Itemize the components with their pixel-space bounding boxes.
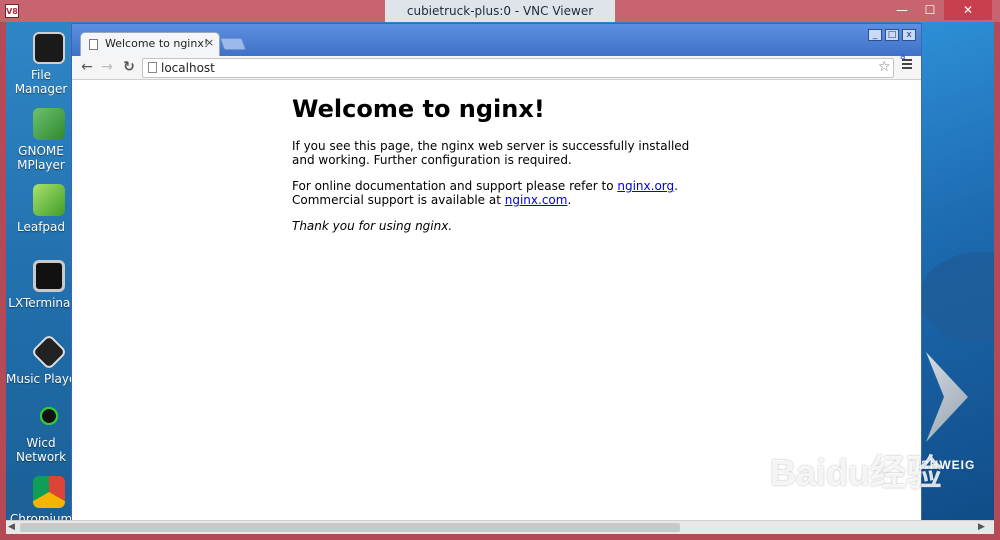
vnc-minimize-button[interactable]: — xyxy=(888,0,916,20)
browser-maximize-button[interactable]: □ xyxy=(885,29,899,41)
menu-icon[interactable] xyxy=(902,59,914,71)
vnc-window-title: cubietruck-plus:0 - VNC Viewer xyxy=(385,0,615,22)
page-heading: Welcome to nginx! xyxy=(292,95,545,123)
desktop-icon-label: LXTerminal xyxy=(8,296,74,310)
page-icon xyxy=(89,39,98,50)
desktop-icon-leafpad[interactable]: Leafpad xyxy=(6,178,76,250)
desktop-icon-label: Leafpad xyxy=(16,220,66,234)
wallpaper-logo-icon xyxy=(926,352,968,442)
back-button[interactable]: ← xyxy=(78,58,96,76)
desktop-icon-music-player[interactable]: Music Player xyxy=(6,330,76,402)
vnc-app-icon[interactable]: V8 xyxy=(5,4,19,18)
desktop-icon-file-manager[interactable]: File Manager xyxy=(6,26,76,98)
nginx-com-link[interactable]: nginx.com xyxy=(505,193,568,207)
docs-text-period: . xyxy=(674,179,678,193)
thanks-paragraph: Thank you for using nginx. xyxy=(292,219,453,233)
page-icon xyxy=(148,62,157,73)
nginx-welcome-page: Welcome to nginx! If you see this page, … xyxy=(292,95,712,245)
scroll-right-icon[interactable]: ▶ xyxy=(978,522,985,532)
browser-minimize-button[interactable]: _ xyxy=(868,29,882,41)
reload-button[interactable]: ↻ xyxy=(120,58,138,76)
desktop-icon-label: GNOME MPlayer xyxy=(17,144,65,172)
desktop-icon-mplayer[interactable]: GNOME MPlayer xyxy=(6,102,76,174)
tab-welcome-nginx[interactable]: Welcome to nginx! × xyxy=(80,32,220,56)
url-input[interactable] xyxy=(161,60,761,76)
desktop-icon-lxterminal[interactable]: LXTerminal xyxy=(6,254,76,326)
music-player-icon xyxy=(30,333,68,371)
chromium-icon xyxy=(33,476,65,508)
terminal-icon xyxy=(33,260,65,292)
leafpad-icon xyxy=(33,184,65,216)
vnc-close-button[interactable]: ✕ xyxy=(944,0,992,20)
tab-close-icon[interactable]: × xyxy=(205,36,214,49)
browser-titlebar: Welcome to nginx! × _ □ x xyxy=(72,24,921,56)
vnc-titlebar: V8 cubietruck-plus:0 - VNC Viewer — ☐ ✕ xyxy=(0,0,1000,22)
desktop-icon-label: Music Player xyxy=(6,372,76,386)
browser-toolbar: ← → ↻ ☆ a xyxy=(72,52,921,80)
desktop-icons: File Manager GNOME MPlayer Leafpad LXTermi… xyxy=(6,22,76,534)
wallpaper-swoosh xyxy=(920,252,994,342)
watermark-url: jingyan.baidu.com xyxy=(770,494,900,510)
docs-text: For online documentation and support ple… xyxy=(292,179,618,193)
file-manager-icon xyxy=(33,32,65,64)
watermark-logo: Baidu经验 xyxy=(770,452,943,493)
forward-button[interactable]: → xyxy=(98,58,116,76)
intro-paragraph: If you see this page, the nginx web serv… xyxy=(292,139,690,167)
baidu-watermark: Baidu经验 jingyan.baidu.com xyxy=(770,430,990,520)
wicd-network-icon xyxy=(33,400,65,432)
desktop-icon-label: File Manager xyxy=(14,68,68,96)
bookmark-star-icon[interactable]: ☆ xyxy=(878,59,891,75)
scroll-left-icon[interactable]: ◀ xyxy=(8,522,15,532)
browser-close-button[interactable]: x xyxy=(902,29,916,41)
address-bar[interactable]: ☆ xyxy=(142,58,894,78)
scroll-thumb[interactable] xyxy=(20,523,680,532)
desktop-icon-wicd-network[interactable]: Wicd Network xyxy=(6,394,76,466)
desktop-icon-label: Wicd Network xyxy=(15,436,67,464)
vnc-horizontal-scrollbar[interactable]: ◀ ▶ xyxy=(6,520,994,534)
vnc-maximize-button[interactable]: ☐ xyxy=(916,0,944,20)
nginx-org-link[interactable]: nginx.org xyxy=(617,179,674,193)
commercial-text: Commercial support is available at xyxy=(292,193,505,207)
docs-paragraph: For online documentation and support ple… xyxy=(292,179,712,207)
commercial-text-period: . xyxy=(567,193,572,207)
new-tab-button[interactable] xyxy=(219,38,247,50)
mplayer-icon xyxy=(33,108,65,140)
tab-title: Welcome to nginx! xyxy=(105,37,209,50)
